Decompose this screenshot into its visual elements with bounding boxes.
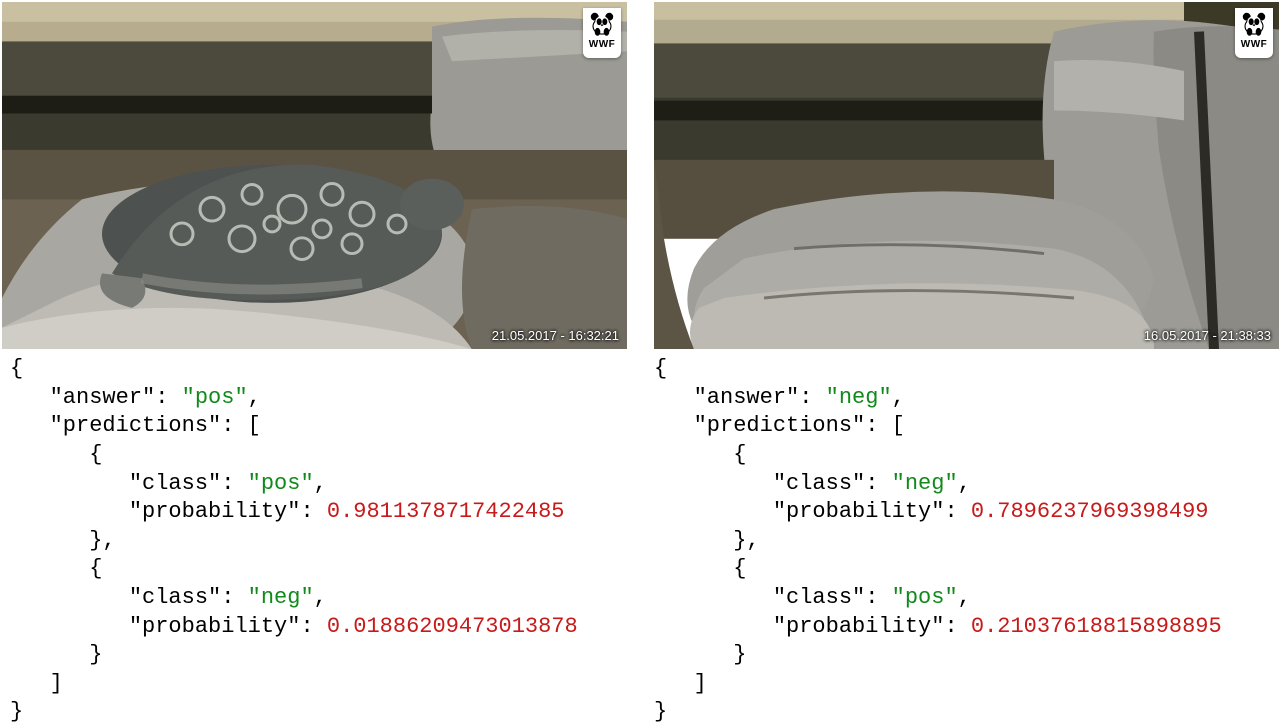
panda-icon (1240, 10, 1268, 38)
left-json-output: { "answer": "pos", "predictions": [ { "c… (0, 349, 640, 727)
rocks-scene-svg (654, 2, 1279, 349)
json-key: "class" (129, 471, 221, 496)
json-key: "probability" (129, 499, 301, 524)
json-key: "predictions" (694, 413, 866, 438)
json-key: "class" (773, 585, 865, 610)
left-timestamp: 21.05.2017 - 16:32:21 (492, 328, 619, 345)
json-string: "pos" (892, 585, 958, 610)
right-timestamp: 16.05.2017 - 21:38:33 (1144, 328, 1271, 345)
json-string: "neg" (892, 471, 958, 496)
json-key: "answer" (50, 385, 156, 410)
seal-scene-svg (2, 2, 627, 349)
right-image: WWF 16.05.2017 - 21:38:33 (654, 2, 1279, 349)
json-key: "probability" (773, 614, 945, 639)
left-panel: WWF 21.05.2017 - 16:32:21 { "answer": "p… (0, 0, 640, 727)
json-number: 0.01886209473013878 (327, 614, 578, 639)
json-key: "probability" (773, 499, 945, 524)
json-number: 0.7896237969398499 (971, 499, 1209, 524)
right-json-output: { "answer": "neg", "predictions": [ { "c… (640, 349, 1280, 727)
figure-container: WWF 21.05.2017 - 16:32:21 { "answer": "p… (0, 0, 1280, 727)
json-key: "class" (129, 585, 221, 610)
left-image: WWF 21.05.2017 - 16:32:21 (2, 2, 627, 349)
panda-icon (588, 10, 616, 38)
json-string: "pos" (248, 471, 314, 496)
json-string: "pos" (182, 385, 248, 410)
json-key: "probability" (129, 614, 301, 639)
wwf-text: WWF (589, 38, 616, 51)
json-key: "predictions" (50, 413, 222, 438)
json-number: 0.9811378717422485 (327, 499, 565, 524)
json-number: 0.21037618815898895 (971, 614, 1222, 639)
json-string: "neg" (248, 585, 314, 610)
wwf-text: WWF (1241, 38, 1268, 51)
right-panel: WWF 16.05.2017 - 21:38:33 { "answer": "n… (640, 0, 1280, 727)
wwf-logo: WWF (1235, 8, 1273, 58)
json-string: "neg" (826, 385, 892, 410)
json-key: "answer" (694, 385, 800, 410)
json-key: "class" (773, 471, 865, 496)
wwf-logo: WWF (583, 8, 621, 58)
